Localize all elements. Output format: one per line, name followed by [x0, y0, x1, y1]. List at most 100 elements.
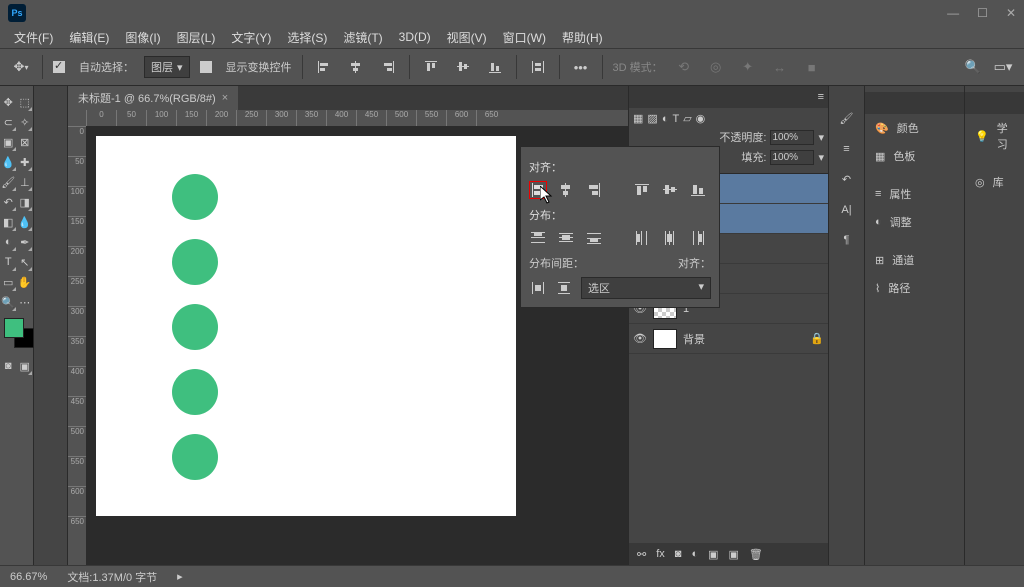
minimize-button[interactable]: — — [947, 6, 959, 20]
sidebar-item-adjustments[interactable]: ◐调整 — [865, 208, 964, 236]
search-icon[interactable]: 🔍 — [962, 56, 984, 78]
filter-smart-icon[interactable]: ◉ — [696, 112, 706, 125]
adjustment-layer-icon[interactable]: ◐ — [691, 548, 698, 560]
sidebar-item-learn[interactable]: 💡学习 — [965, 114, 1024, 158]
filter-type-icon[interactable]: T — [672, 113, 679, 125]
popup-alignto-dropdown[interactable]: 选区▾ — [581, 277, 711, 299]
close-button[interactable]: ✕ — [1006, 6, 1016, 20]
distribute-icon[interactable] — [527, 56, 549, 78]
visibility-icon[interactable]: 👁 — [633, 332, 647, 345]
auto-select-dropdown[interactable]: 图层▾ — [144, 56, 190, 78]
shape-circle[interactable] — [172, 239, 218, 285]
menu-file[interactable]: 文件(F) — [10, 27, 57, 48]
layer-mask-icon[interactable]: ◙ — [675, 548, 682, 560]
shape-tool-icon[interactable]: ▭ — [0, 272, 17, 292]
layer-name[interactable]: 背景 — [683, 331, 705, 347]
menu-window[interactable]: 窗口(W) — [499, 27, 550, 48]
popup-align-right-icon[interactable] — [585, 181, 603, 199]
popup-align-top-icon[interactable] — [633, 181, 651, 199]
history-panel-icon[interactable]: ↶ — [842, 173, 851, 186]
eyedropper-tool-icon[interactable]: 💧 — [0, 152, 17, 172]
show-transform-checkbox[interactable] — [200, 61, 212, 73]
align-left-icon[interactable] — [313, 56, 335, 78]
panel-menu-icon[interactable]: ≡ — [818, 91, 824, 103]
menu-view[interactable]: 视图(V) — [443, 27, 491, 48]
document-tab[interactable]: 未标题-1 @ 66.7%(RGB/8#) × — [68, 86, 238, 110]
delete-layer-icon[interactable]: 🗑 — [749, 548, 763, 561]
menu-layer[interactable]: 图层(L) — [173, 27, 220, 48]
popup-spacing-h-icon[interactable] — [529, 279, 547, 297]
move-tool-icon[interactable]: ✥▾ — [10, 56, 32, 78]
filter-pixel-icon[interactable]: ▨ — [647, 112, 657, 125]
filter-shape-icon[interactable]: ▱ — [683, 112, 691, 125]
frame-tool-icon[interactable]: ⊠ — [17, 132, 34, 152]
layer-fx-icon[interactable]: fx — [656, 548, 665, 560]
align-hcenter-icon[interactable] — [345, 56, 367, 78]
popup-dist-top-icon[interactable] — [529, 229, 547, 247]
popup-dist-right-icon[interactable] — [689, 229, 707, 247]
foreground-color-swatch[interactable] — [4, 318, 24, 338]
menu-edit[interactable]: 编辑(E) — [65, 27, 113, 48]
dodge-tool-icon[interactable]: ◐ — [0, 232, 17, 252]
sidebar-item-paths[interactable]: ⌇路径 — [865, 274, 964, 302]
align-right-icon[interactable] — [377, 56, 399, 78]
layer-thumb[interactable] — [653, 329, 677, 349]
popup-dist-left-icon[interactable] — [633, 229, 651, 247]
path-tool-icon[interactable]: ↖ — [17, 252, 34, 272]
move-tool-icon[interactable]: ✥ — [0, 92, 17, 112]
wand-tool-icon[interactable]: ✧ — [17, 112, 34, 132]
sidebar-item-color[interactable]: 🎨颜色 — [865, 114, 964, 142]
screenmode-icon[interactable]: ▣ — [17, 356, 34, 376]
shape-circle[interactable] — [172, 369, 218, 415]
popup-spacing-v-icon[interactable] — [555, 279, 573, 297]
more-tools-icon[interactable]: ⋯ — [17, 292, 34, 312]
stamp-tool-icon[interactable]: ⊥ — [17, 172, 34, 192]
brush-settings-icon[interactable]: ≡ — [843, 143, 849, 155]
sidebar-item-libraries[interactable]: ◎库 — [965, 168, 1024, 196]
type-tool-icon[interactable]: T — [0, 252, 17, 272]
menu-help[interactable]: 帮助(H) — [558, 27, 607, 48]
popup-dist-hcenter-icon[interactable] — [661, 229, 679, 247]
shape-circle[interactable] — [172, 434, 218, 480]
pen-tool-icon[interactable]: ✒ — [17, 232, 34, 252]
history-brush-icon[interactable]: ↶ — [0, 192, 17, 212]
filter-adj-icon[interactable]: ◐ — [662, 113, 669, 125]
menu-type[interactable]: 文字(Y) — [227, 27, 275, 48]
shape-circle[interactable] — [172, 174, 218, 220]
crop-tool-icon[interactable]: ▣ — [0, 132, 17, 152]
popup-align-bottom-icon[interactable] — [689, 181, 707, 199]
canvas[interactable] — [96, 136, 516, 516]
align-bottom-icon[interactable] — [484, 56, 506, 78]
menu-image[interactable]: 图像(I) — [121, 27, 164, 48]
align-top-icon[interactable] — [420, 56, 442, 78]
lasso-tool-icon[interactable]: ⊂ — [0, 112, 17, 132]
workspace-icon[interactable]: ▭▾ — [992, 56, 1014, 78]
auto-select-checkbox[interactable] — [53, 61, 65, 73]
more-align-icon[interactable]: ••• — [570, 56, 592, 78]
menu-select[interactable]: 选择(S) — [283, 27, 331, 48]
opacity-input[interactable] — [770, 130, 814, 145]
brush-tool-icon[interactable]: 🖌 — [0, 172, 17, 192]
menu-3d[interactable]: 3D(D) — [395, 28, 435, 46]
menu-filter[interactable]: 滤镜(T) — [339, 27, 386, 48]
quickmask-icon[interactable]: ◙ — [0, 356, 17, 376]
color-swatches[interactable] — [0, 316, 33, 356]
eraser-tool-icon[interactable]: ◨ — [17, 192, 34, 212]
popup-dist-vcenter-icon[interactable] — [557, 229, 575, 247]
shape-circle[interactable] — [172, 304, 218, 350]
layer-row[interactable]: 👁背景🔒 — [629, 324, 828, 354]
sidebar-item-channels[interactable]: ⊞通道 — [865, 246, 964, 274]
marquee-tool-icon[interactable]: ⬚ — [17, 92, 34, 112]
popup-align-vcenter-icon[interactable] — [661, 181, 679, 199]
maximize-button[interactable]: ☐ — [977, 6, 988, 20]
blur-tool-icon[interactable]: 💧 — [17, 212, 34, 232]
zoom-tool-icon[interactable]: 🔍 — [0, 292, 17, 312]
zoom-level[interactable]: 66.67% — [10, 571, 47, 583]
new-layer-icon[interactable]: ▣ — [729, 548, 739, 561]
align-vcenter-icon[interactable] — [452, 56, 474, 78]
brush-panel-icon[interactable]: 🖌 — [840, 112, 854, 125]
fill-input[interactable] — [770, 150, 814, 165]
popup-align-left-icon[interactable] — [529, 181, 547, 199]
gradient-tool-icon[interactable]: ◧ — [0, 212, 17, 232]
hand-tool-icon[interactable]: ✋ — [17, 272, 34, 292]
